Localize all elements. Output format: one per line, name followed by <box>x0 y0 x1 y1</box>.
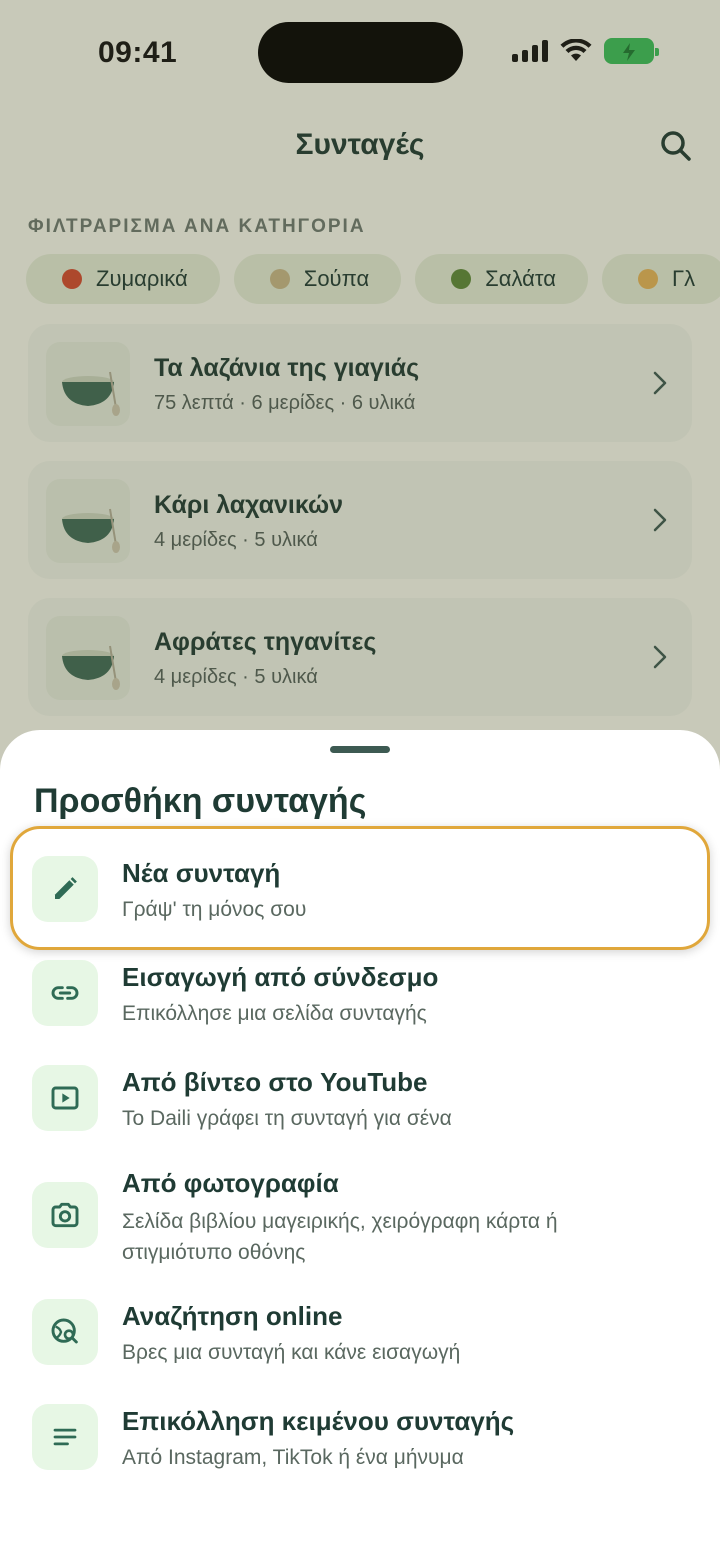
option-title: Εισαγωγή από σύνδεσμο <box>122 962 439 992</box>
option-from-photo[interactable]: Από φωτογραφία Σελίδα βιβλίου μαγειρικής… <box>32 1166 692 1266</box>
camera-icon <box>51 1202 79 1228</box>
option-subtitle: Γράψ' τη μόνος σου <box>122 898 307 921</box>
option-search-online[interactable]: Αναζήτηση online Βρες μια συνταγή και κά… <box>32 1299 692 1365</box>
link-icon <box>51 986 79 1000</box>
option-youtube-video[interactable]: Από βίντεο στο YouTube Το Daili γράφει τ… <box>32 1065 692 1131</box>
option-icon-container <box>32 1299 98 1365</box>
option-title: Από φωτογραφία <box>122 1168 339 1198</box>
option-icon-container <box>32 1182 98 1248</box>
option-new-recipe[interactable]: Νέα συνταγή Γράψ' τη μόνος σου <box>32 856 692 922</box>
text-lines-icon <box>53 1428 77 1446</box>
option-subtitle: Επικόλλησε μια σελίδα συνταγής <box>122 1002 427 1025</box>
option-subtitle: Βρες μια συνταγή και κάνε εισαγωγή <box>122 1341 461 1364</box>
option-subtitle: Σελίδα βιβλίου μαγειρικής, χειρόγραφη κά… <box>122 1210 558 1264</box>
add-recipe-sheet: Προσθήκη συνταγής Νέα συνταγή Γράψ' τη μ… <box>0 730 720 1564</box>
option-icon-container <box>32 1065 98 1131</box>
option-icon-container <box>32 856 98 922</box>
option-paste-text[interactable]: Επικόλληση κειμένου συνταγής Από Instagr… <box>32 1404 692 1470</box>
sheet-title: Προσθήκη συνταγής <box>34 782 367 820</box>
option-title: Επικόλληση κειμένου συνταγής <box>122 1406 515 1436</box>
option-title: Αναζήτηση online <box>122 1301 343 1331</box>
option-title: Από βίντεο στο YouTube <box>122 1067 428 1097</box>
option-title: Νέα συνταγή <box>122 858 281 888</box>
option-subtitle: Από Instagram, TikTok ή ένα μήνυμα <box>122 1446 464 1469</box>
globe-search-icon <box>51 1318 78 1344</box>
pencil-icon <box>55 877 77 899</box>
option-icon-container <box>32 960 98 1026</box>
video-icon <box>51 1086 79 1110</box>
option-subtitle: Το Daili γράφει τη συνταγή για σένα <box>122 1107 452 1130</box>
option-icon-container <box>32 1404 98 1470</box>
option-import-link[interactable]: Εισαγωγή από σύνδεσμο Επικόλλησε μια σελ… <box>32 960 692 1026</box>
sheet-grabber[interactable] <box>330 746 390 753</box>
